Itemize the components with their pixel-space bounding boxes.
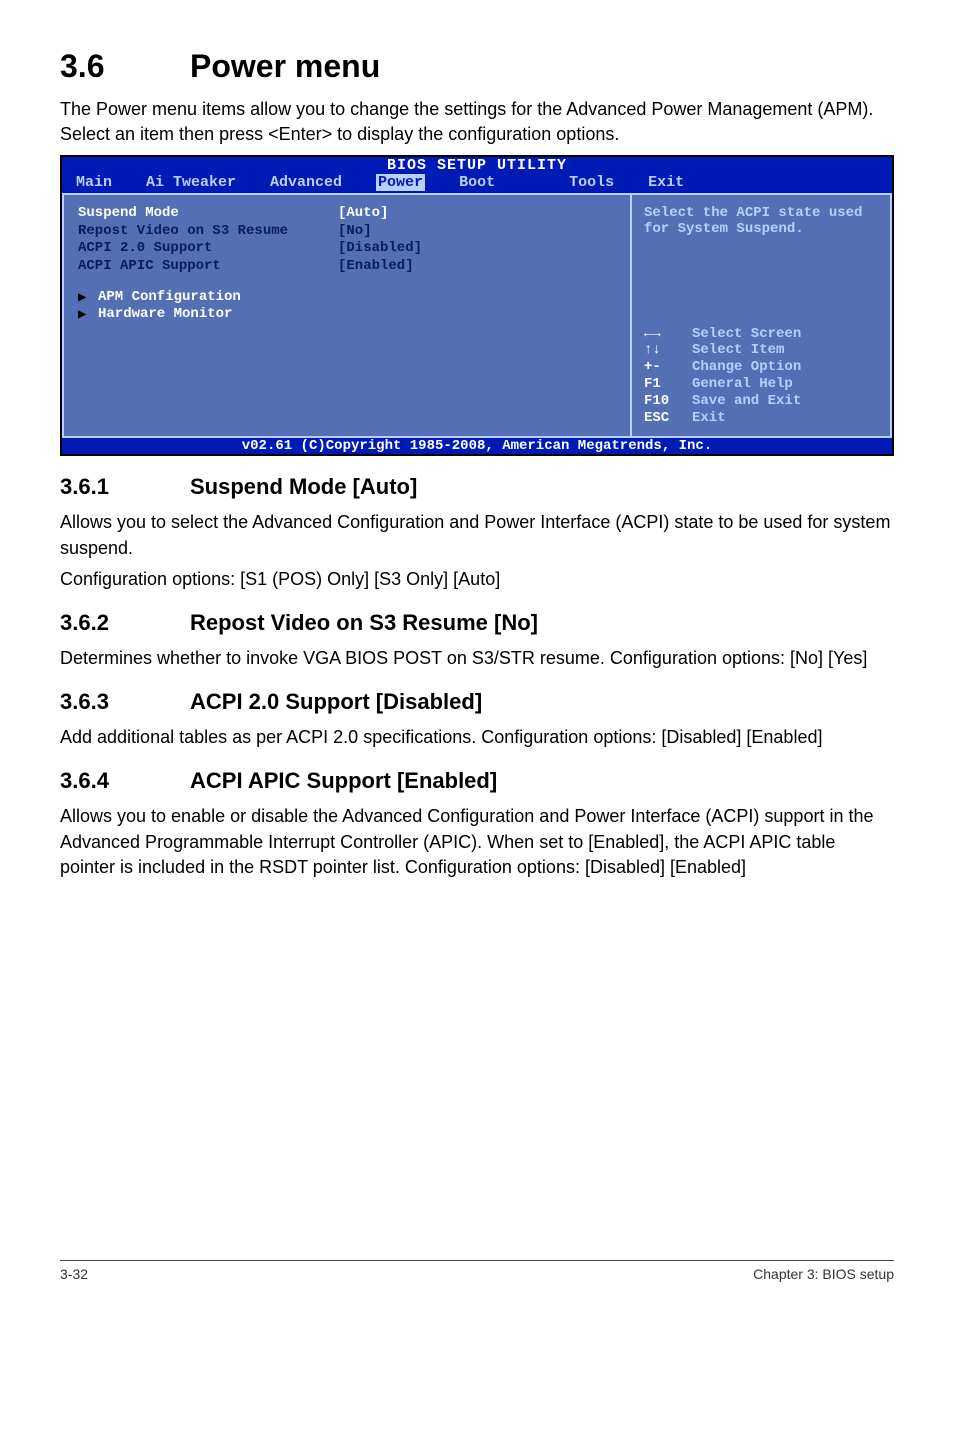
bios-tabs: Main Ai Tweaker Advanced Power Boot Tool… bbox=[62, 174, 892, 193]
bios-footer: v02.61 (C)Copyright 1985-2008, American … bbox=[62, 438, 892, 454]
bios-side-panel: Select the ACPI state used for System Su… bbox=[632, 193, 892, 438]
row-value: [No] bbox=[338, 223, 372, 241]
bios-hints: ←→ Select Screen ↑↓ Select Item +- Chang… bbox=[644, 326, 878, 427]
row-value: [Auto] bbox=[338, 205, 388, 223]
hint-desc: Select Screen bbox=[692, 326, 801, 343]
sub-title: Suspend Mode [Auto] bbox=[190, 474, 417, 500]
row-label: ACPI APIC Support bbox=[78, 258, 338, 276]
hint-key: +- bbox=[644, 359, 692, 376]
row-value: [Enabled] bbox=[338, 258, 414, 276]
sub-heading-1: 3.6.1 Suspend Mode [Auto] bbox=[60, 474, 894, 500]
row-value: [Disabled] bbox=[338, 240, 422, 258]
hint-desc: Save and Exit bbox=[692, 393, 801, 410]
tab-ai-tweaker[interactable]: Ai Tweaker bbox=[146, 174, 236, 191]
submenu-apm[interactable]: ▶ APM Configuration bbox=[78, 289, 616, 306]
tab-main[interactable]: Main bbox=[76, 174, 112, 191]
hint-select-screen: ←→ Select Screen bbox=[644, 326, 878, 343]
submenu-hardware-monitor[interactable]: ▶ Hardware Monitor bbox=[78, 306, 616, 323]
tab-tools[interactable]: Tools bbox=[569, 174, 614, 191]
section-title: Power menu bbox=[190, 48, 380, 85]
tab-power[interactable]: Power bbox=[376, 174, 425, 191]
bios-help-text: Select the ACPI state used for System Su… bbox=[644, 205, 878, 237]
hint-key: F10 bbox=[644, 393, 692, 410]
sub-title: Repost Video on S3 Resume [No] bbox=[190, 610, 538, 636]
hint-desc: General Help bbox=[692, 376, 793, 393]
sub-heading-3: 3.6.3 ACPI 2.0 Support [Disabled] bbox=[60, 689, 894, 715]
bios-main-panel: Suspend Mode [Auto] Repost Video on S3 R… bbox=[62, 193, 632, 438]
hint-key: ←→ bbox=[644, 326, 692, 343]
chapter-label: Chapter 3: BIOS setup bbox=[753, 1266, 894, 1282]
section-heading: 3.6 Power menu bbox=[60, 48, 894, 85]
tab-boot[interactable]: Boot bbox=[459, 174, 495, 191]
hint-key: ↑↓ bbox=[644, 342, 692, 359]
row-suspend-mode[interactable]: Suspend Mode [Auto] bbox=[78, 205, 616, 223]
hint-select-item: ↑↓ Select Item bbox=[644, 342, 878, 359]
sub2-p1: Determines whether to invoke VGA BIOS PO… bbox=[60, 646, 894, 671]
row-label: Repost Video on S3 Resume bbox=[78, 223, 338, 241]
sub4-p1: Allows you to enable or disable the Adva… bbox=[60, 804, 894, 880]
sub-number: 3.6.3 bbox=[60, 689, 190, 715]
submenu-label: APM Configuration bbox=[98, 289, 241, 306]
hint-key: F1 bbox=[644, 376, 692, 393]
triangle-right-icon: ▶ bbox=[78, 306, 98, 323]
bios-title: BIOS SETUP UTILITY bbox=[62, 157, 892, 174]
sub-number: 3.6.4 bbox=[60, 768, 190, 794]
page-number: 3-32 bbox=[60, 1266, 88, 1282]
sub1-p2: Configuration options: [S1 (POS) Only] [… bbox=[60, 567, 894, 592]
row-label: ACPI 2.0 Support bbox=[78, 240, 338, 258]
row-acpi-20[interactable]: ACPI 2.0 Support [Disabled] bbox=[78, 240, 616, 258]
sub-heading-2: 3.6.2 Repost Video on S3 Resume [No] bbox=[60, 610, 894, 636]
section-intro: The Power menu items allow you to change… bbox=[60, 97, 894, 147]
section-number: 3.6 bbox=[60, 48, 190, 85]
tab-advanced[interactable]: Advanced bbox=[270, 174, 342, 191]
hint-desc: Change Option bbox=[692, 359, 801, 376]
row-repost-video[interactable]: Repost Video on S3 Resume [No] bbox=[78, 223, 616, 241]
hint-change-option: +- Change Option bbox=[644, 359, 878, 376]
submenu-label: Hardware Monitor bbox=[98, 306, 232, 323]
sub-title: ACPI APIC Support [Enabled] bbox=[190, 768, 497, 794]
row-acpi-apic[interactable]: ACPI APIC Support [Enabled] bbox=[78, 258, 616, 276]
sub-number: 3.6.2 bbox=[60, 610, 190, 636]
hint-exit: ESC Exit bbox=[644, 410, 878, 427]
triangle-right-icon: ▶ bbox=[78, 289, 98, 306]
hint-desc: Exit bbox=[692, 410, 726, 427]
sub3-p1: Add additional tables as per ACPI 2.0 sp… bbox=[60, 725, 894, 750]
bios-window: BIOS SETUP UTILITY Main Ai Tweaker Advan… bbox=[60, 155, 894, 456]
hint-key: ESC bbox=[644, 410, 692, 427]
hint-save-exit: F10 Save and Exit bbox=[644, 393, 878, 410]
sub-heading-4: 3.6.4 ACPI APIC Support [Enabled] bbox=[60, 768, 894, 794]
tab-exit[interactable]: Exit bbox=[648, 174, 684, 191]
sub1-p1: Allows you to select the Advanced Config… bbox=[60, 510, 894, 560]
hint-desc: Select Item bbox=[692, 342, 784, 359]
sub-title: ACPI 2.0 Support [Disabled] bbox=[190, 689, 482, 715]
hint-general-help: F1 General Help bbox=[644, 376, 878, 393]
row-label: Suspend Mode bbox=[78, 205, 338, 223]
page-footer: 3-32 Chapter 3: BIOS setup bbox=[60, 1260, 894, 1282]
sub-number: 3.6.1 bbox=[60, 474, 190, 500]
